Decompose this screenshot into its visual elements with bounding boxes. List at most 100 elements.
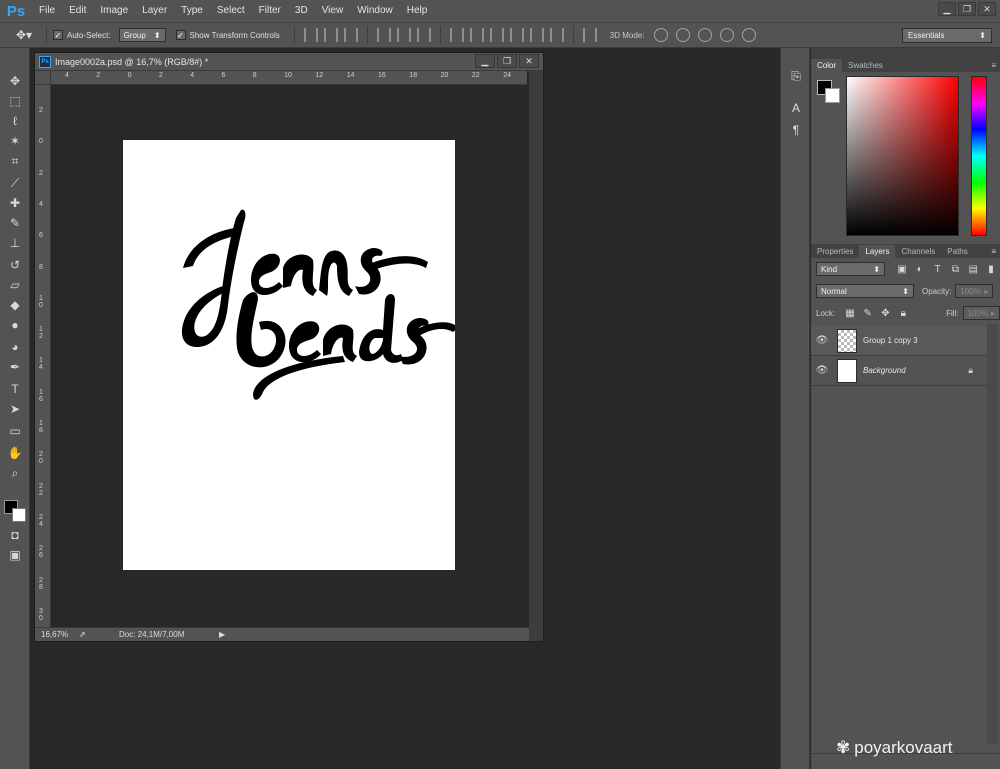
tab-swatches[interactable]: Swatches: [842, 59, 889, 72]
filter-type-icon[interactable]: T: [932, 263, 944, 275]
distribute-top-icon[interactable]: [449, 28, 464, 42]
paragraph-panel-icon[interactable]: ¶: [788, 122, 804, 138]
3d-slide-icon[interactable]: [720, 28, 735, 42]
pen-tool-icon[interactable]: ✒: [6, 358, 24, 376]
paint-bucket-tool-icon[interactable]: ◆: [6, 296, 24, 314]
crop-tool-icon[interactable]: ⌗: [6, 152, 24, 170]
menu-view[interactable]: View: [315, 0, 351, 22]
marquee-tool-icon[interactable]: ⬚: [6, 92, 24, 110]
ruler-origin[interactable]: [35, 71, 51, 85]
align-left-icon[interactable]: [376, 28, 391, 42]
distribute-right-icon[interactable]: [549, 28, 564, 42]
lock-transparent-icon[interactable]: ▦: [844, 307, 856, 319]
brush-tool-icon[interactable]: ✎: [6, 214, 24, 232]
vertical-ruler[interactable]: 2 0 2 4 6 8 10 12 14 16 18 20 22 24 26 28 30: [35, 85, 51, 627]
status-menu-arrow-icon[interactable]: ▶: [219, 630, 225, 639]
eyedropper-tool-icon[interactable]: ⟋: [6, 174, 24, 192]
auto-select-dropdown[interactable]: Group ⬍: [118, 28, 166, 42]
menu-filter[interactable]: Filter: [252, 0, 288, 22]
character-panel-icon[interactable]: A: [788, 100, 804, 116]
distribute-left-icon[interactable]: [509, 28, 524, 42]
blur-tool-icon[interactable]: ●: [6, 316, 24, 334]
3d-roll-icon[interactable]: [676, 28, 691, 42]
quick-mask-icon[interactable]: ◘: [6, 526, 24, 544]
filter-pixel-icon[interactable]: ▣: [896, 263, 908, 275]
menu-image[interactable]: Image: [93, 0, 135, 22]
color-picker-field[interactable]: [846, 76, 959, 236]
align-hcenter-icon[interactable]: [396, 28, 411, 42]
menu-layer[interactable]: Layer: [135, 0, 174, 22]
3d-scale-icon[interactable]: [742, 28, 757, 42]
dodge-tool-icon[interactable]: ◕: [6, 338, 24, 356]
restore-button[interactable]: ❐: [958, 2, 976, 16]
tab-layers[interactable]: Layers: [859, 245, 896, 258]
visibility-eye-icon[interactable]: 👁︎: [811, 335, 833, 346]
visibility-eye-icon[interactable]: 👁︎: [811, 365, 833, 376]
foreground-background-colors[interactable]: [4, 498, 28, 522]
3d-orbit-icon[interactable]: [654, 28, 669, 42]
workspace-switcher[interactable]: Essentials ⬍: [902, 28, 992, 43]
blend-mode-dropdown[interactable]: Normal ⬍: [816, 284, 914, 298]
tab-properties[interactable]: Properties: [811, 245, 859, 258]
layer-row-group-copy[interactable]: 👁︎ Group 1 copy 3: [811, 326, 987, 356]
tab-paths[interactable]: Paths: [941, 245, 973, 258]
menu-select[interactable]: Select: [210, 0, 252, 22]
align-bottom-icon[interactable]: [343, 28, 358, 42]
magic-wand-tool-icon[interactable]: ✶: [6, 132, 24, 150]
distribute-bottom-icon[interactable]: [489, 28, 504, 42]
menu-file[interactable]: File: [32, 0, 62, 22]
filter-toggle-icon[interactable]: ▮: [985, 263, 997, 275]
distribute-hcenter-icon[interactable]: [529, 28, 544, 42]
auto-select-checkbox[interactable]: ✓ Auto-Select:: [53, 30, 111, 40]
3d-pan-icon[interactable]: [698, 28, 713, 42]
healing-brush-tool-icon[interactable]: ✚: [6, 194, 24, 212]
menu-edit[interactable]: Edit: [62, 0, 93, 22]
eraser-tool-icon[interactable]: ▱: [6, 276, 24, 294]
tab-color[interactable]: Color: [811, 59, 843, 72]
align-right-icon[interactable]: [416, 28, 431, 42]
show-transform-checkbox[interactable]: ✓ Show Transform Controls: [175, 30, 280, 40]
layer-row-background[interactable]: 👁︎ Background 🔒︎: [811, 356, 987, 386]
document-tab[interactable]: Ps Image0002a.psd @ 16,7% (RGB/8#) * ▁ ❐…: [35, 53, 543, 71]
opacity-field[interactable]: 100% ▸: [955, 284, 994, 298]
move-tool-icon[interactable]: ✥: [6, 72, 24, 90]
menu-window[interactable]: Window: [350, 0, 400, 22]
rectangle-tool-icon[interactable]: ▭: [6, 422, 24, 440]
color-background-swatch[interactable]: [825, 88, 840, 103]
clone-stamp-tool-icon[interactable]: ⊥: [6, 234, 24, 252]
vertical-scrollbar[interactable]: [529, 71, 543, 627]
filter-shape-icon[interactable]: ⧉: [950, 263, 962, 275]
fill-field[interactable]: 100% ▸: [962, 306, 1000, 320]
menu-help[interactable]: Help: [400, 0, 435, 22]
align-vcenter-icon[interactable]: [323, 28, 338, 42]
panel-menu-icon[interactable]: ≡: [991, 247, 996, 256]
color-panel-swatches[interactable]: [817, 80, 841, 104]
layers-scrollbar[interactable]: [987, 324, 998, 744]
layer-filter-dropdown[interactable]: Kind ⬍: [816, 262, 886, 276]
panel-menu-icon[interactable]: ≡: [991, 61, 996, 70]
share-icon[interactable]: ⇗: [79, 630, 119, 639]
doc-close-button[interactable]: ✕: [519, 54, 539, 68]
horizontal-ruler[interactable]: 4 2 0 2 4 6 8 10 12 14 16 18 20 22 24: [51, 71, 527, 85]
zoom-tool-icon[interactable]: ⌕: [6, 464, 24, 482]
lock-position-icon[interactable]: ✥: [880, 307, 892, 319]
menu-3d[interactable]: 3D: [288, 0, 315, 22]
distribute-vcenter-icon[interactable]: [469, 28, 484, 42]
background-color-swatch[interactable]: [12, 508, 26, 522]
tab-channels[interactable]: Channels: [895, 245, 941, 258]
filter-adjustment-icon[interactable]: ◐: [914, 263, 926, 275]
filter-smart-object-icon[interactable]: ▤: [967, 263, 979, 275]
zoom-level[interactable]: 16,67%: [41, 630, 73, 639]
lasso-tool-icon[interactable]: ℓ: [6, 112, 24, 130]
minimize-button[interactable]: ▁: [938, 2, 956, 16]
path-selection-tool-icon[interactable]: ➤: [6, 400, 24, 418]
document-canvas[interactable]: [123, 140, 458, 570]
history-panel-icon[interactable]: ⎘: [788, 68, 804, 84]
history-brush-tool-icon[interactable]: ↺: [6, 256, 24, 274]
doc-restore-button[interactable]: ❐: [497, 54, 517, 68]
close-button[interactable]: ✕: [978, 2, 996, 16]
move-tool-preset-icon[interactable]: ✥▾: [16, 26, 40, 44]
screen-mode-icon[interactable]: ▣: [6, 546, 24, 564]
menu-type[interactable]: Type: [174, 0, 210, 22]
doc-minimize-button[interactable]: ▁: [475, 54, 495, 68]
